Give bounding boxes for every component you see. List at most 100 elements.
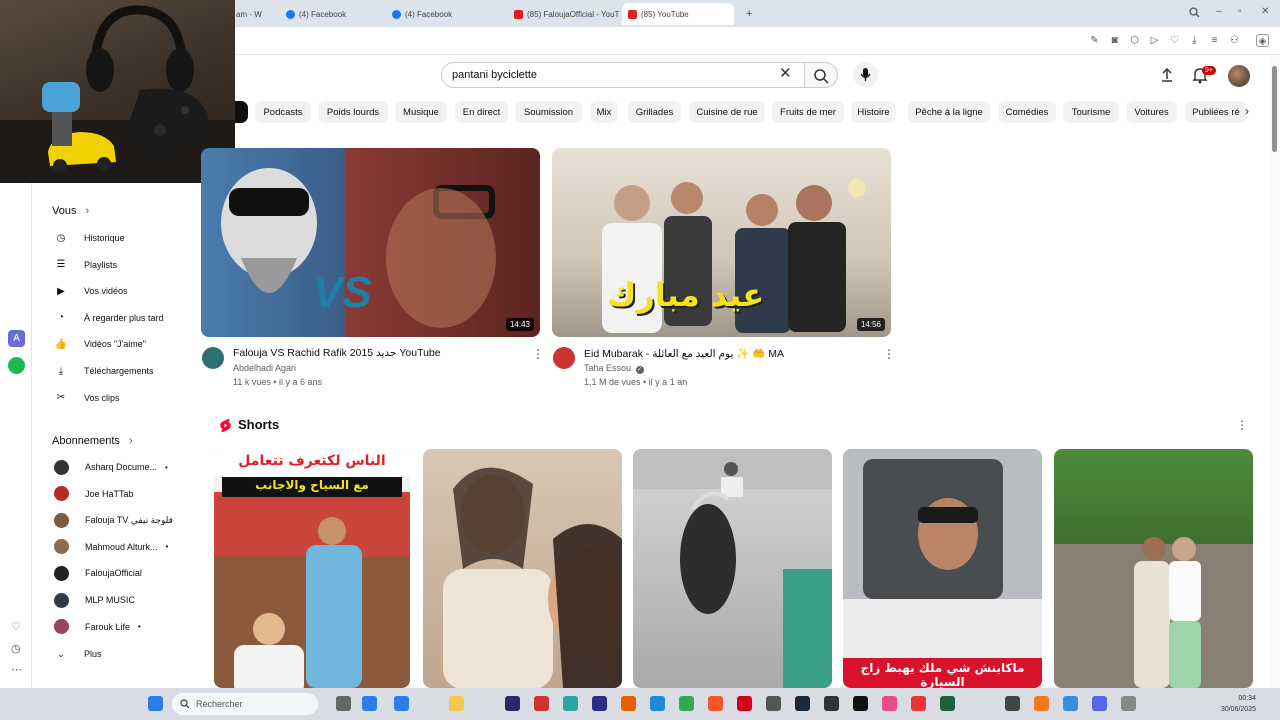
- filter-chip[interactable]: Tourisme: [1063, 101, 1119, 123]
- opera-icon[interactable]: [737, 696, 752, 711]
- subscription-item[interactable]: Farouk Life •: [54, 618, 141, 636]
- app-icon[interactable]: [592, 696, 607, 711]
- sidebar-item[interactable]: ▶ Vos vidéos: [54, 282, 127, 300]
- app-icon[interactable]: [1005, 696, 1020, 711]
- more-actions-icon[interactable]: ⋮: [883, 348, 895, 360]
- filter-chip[interactable]: Mix: [590, 101, 618, 123]
- short-thumbnail[interactable]: [1054, 449, 1253, 688]
- menu-icon[interactable]: ≡: [1208, 34, 1221, 47]
- filter-chip[interactable]: Publiées ré: [1185, 101, 1247, 123]
- sidebar-item[interactable]: ✂ Vos clips: [54, 389, 120, 407]
- sidebar-item[interactable]: ◔ À regarder plus tard: [54, 309, 164, 327]
- app-icon[interactable]: [563, 696, 578, 711]
- video-title[interactable]: Eid Mubarak - يوم العيد مع العائلة ✨ 🤲 M…: [584, 347, 784, 360]
- channel-avatar[interactable]: [553, 347, 575, 369]
- app-icon[interactable]: [1034, 696, 1049, 711]
- filter-chip[interactable]: Poids lourds: [318, 101, 388, 123]
- filter-chip[interactable]: Musique: [395, 101, 447, 123]
- steam-icon[interactable]: [795, 696, 810, 711]
- short-thumbnail[interactable]: [423, 449, 622, 688]
- app-icon[interactable]: [534, 696, 549, 711]
- subscription-item[interactable]: MLP MUSIC: [54, 591, 135, 609]
- heart-icon[interactable]: ♡: [1168, 34, 1181, 47]
- shorts-more-icon[interactable]: ⋮: [1236, 419, 1248, 431]
- new-tab-button[interactable]: +: [740, 3, 758, 25]
- subscription-item[interactable]: FaloujaOfficial: [54, 564, 142, 582]
- filter-chip[interactable]: Pêche à la ligne: [908, 101, 990, 123]
- filter-chip[interactable]: Podcasts: [255, 101, 311, 123]
- maximize-icon[interactable]: ▫: [1238, 6, 1242, 17]
- camera-icon[interactable]: ◙: [1108, 34, 1121, 47]
- file-explorer-icon[interactable]: [449, 696, 464, 711]
- browser-tab[interactable]: am - W: [230, 3, 280, 25]
- profile-icon[interactable]: ⚇: [1228, 34, 1241, 47]
- premiere-icon[interactable]: [505, 696, 520, 711]
- filter-chip[interactable]: Fruits de mer: [772, 101, 844, 123]
- sidebar-item[interactable]: ◷ Historique: [54, 229, 125, 247]
- voice-search-button[interactable]: [853, 62, 878, 87]
- sidebar-item[interactable]: 👍 Vidéos "J'aime": [54, 335, 146, 353]
- chevron-right-icon[interactable]: ›: [1245, 104, 1249, 118]
- discord-icon[interactable]: [1092, 696, 1107, 711]
- sidebar-item[interactable]: ⤓ Téléchargements: [54, 362, 154, 380]
- subscription-item[interactable]: Joe HaTTab: [54, 485, 134, 503]
- shield-icon[interactable]: ⬡: [1128, 34, 1141, 47]
- clear-search-icon[interactable]: ✕: [779, 64, 792, 82]
- start-icon[interactable]: [148, 696, 163, 711]
- account-avatar[interactable]: [1228, 65, 1250, 87]
- app-icon[interactable]: [362, 696, 377, 711]
- video-thumbnail[interactable]: عيد مبارك 14:56: [552, 148, 891, 337]
- filter-chip[interactable]: Cuisine de rue: [689, 101, 765, 123]
- firefox-icon[interactable]: [621, 696, 636, 711]
- filter-chip[interactable]: En direct: [455, 101, 508, 123]
- history-icon[interactable]: ◷: [11, 642, 21, 655]
- channel-avatar[interactable]: [202, 347, 224, 369]
- browser-tab[interactable]: (4) Facebook: [280, 3, 386, 25]
- app-icon[interactable]: [940, 696, 955, 711]
- channel-name[interactable]: Abdelhadi Agari: [233, 363, 296, 373]
- chrome-icon[interactable]: [679, 696, 694, 711]
- video-thumbnail[interactable]: VS 14:43: [201, 148, 540, 337]
- extension-icon[interactable]: ◈: [1256, 34, 1269, 47]
- app-icon[interactable]: [1121, 696, 1136, 711]
- short-thumbnail[interactable]: [633, 449, 832, 688]
- show-more-button[interactable]: ⌄ Plus: [54, 645, 101, 663]
- short-thumbnail[interactable]: ماكاينش شي ملك يهبط زاج السيارة: [843, 449, 1042, 688]
- brave-icon[interactable]: [708, 696, 723, 711]
- app-icon[interactable]: [882, 696, 897, 711]
- app-icon[interactable]: [394, 696, 409, 711]
- app-icon[interactable]: [766, 696, 781, 711]
- subscription-item[interactable]: Asharq Docume... •: [54, 458, 168, 476]
- app-icon[interactable]: [1063, 696, 1078, 711]
- you-section-header[interactable]: Vous ›: [52, 205, 89, 217]
- filter-chip[interactable]: Soumission: [515, 101, 582, 123]
- taskbar-clock[interactable]: 00:34 30/06/2025: [1221, 693, 1256, 715]
- tiktok-icon[interactable]: [853, 696, 868, 711]
- filter-chip[interactable]: Histoire: [851, 101, 896, 123]
- more-actions-icon[interactable]: ⋮: [532, 348, 544, 360]
- taskbar-search[interactable]: Rechercher: [172, 693, 318, 715]
- heart-icon[interactable]: ♡: [11, 620, 21, 633]
- browser-tab[interactable]: (4) Facebook: [386, 3, 506, 25]
- scrollbar-thumb[interactable]: [1272, 66, 1277, 152]
- browser-tab[interactable]: (85) FaloujaOfficial - YouT: [508, 3, 622, 25]
- short-thumbnail[interactable]: الناس لكتعرف تتعامل مع السياح والاجانب: [214, 449, 410, 688]
- subscriptions-header[interactable]: Abonnements ›: [52, 435, 133, 447]
- more-icon[interactable]: ⋯: [11, 663, 22, 676]
- app-icon[interactable]: [911, 696, 926, 711]
- filter-chip[interactable]: Comédies: [998, 101, 1056, 123]
- close-window-icon[interactable]: ✕: [1261, 6, 1269, 17]
- edit-icon[interactable]: ✎: [1088, 34, 1101, 47]
- subscription-item[interactable]: Falouja TV فلوجة تيفي: [54, 511, 173, 529]
- upload-icon[interactable]: [1157, 65, 1177, 85]
- spotify-icon[interactable]: [8, 357, 25, 374]
- app-icon[interactable]: A: [8, 330, 25, 347]
- minimize-icon[interactable]: –: [1216, 6, 1222, 17]
- filter-chip[interactable]: Grillades: [628, 101, 681, 123]
- app-icon[interactable]: [336, 696, 351, 711]
- browser-tab-active[interactable]: (85) YouTube: [622, 3, 734, 25]
- search-tabs-icon[interactable]: [1189, 7, 1200, 18]
- channel-name[interactable]: Taha Essou ✓: [584, 363, 644, 374]
- play-icon[interactable]: ▷: [1148, 34, 1161, 47]
- search-input[interactable]: pantani byciclette: [441, 62, 805, 88]
